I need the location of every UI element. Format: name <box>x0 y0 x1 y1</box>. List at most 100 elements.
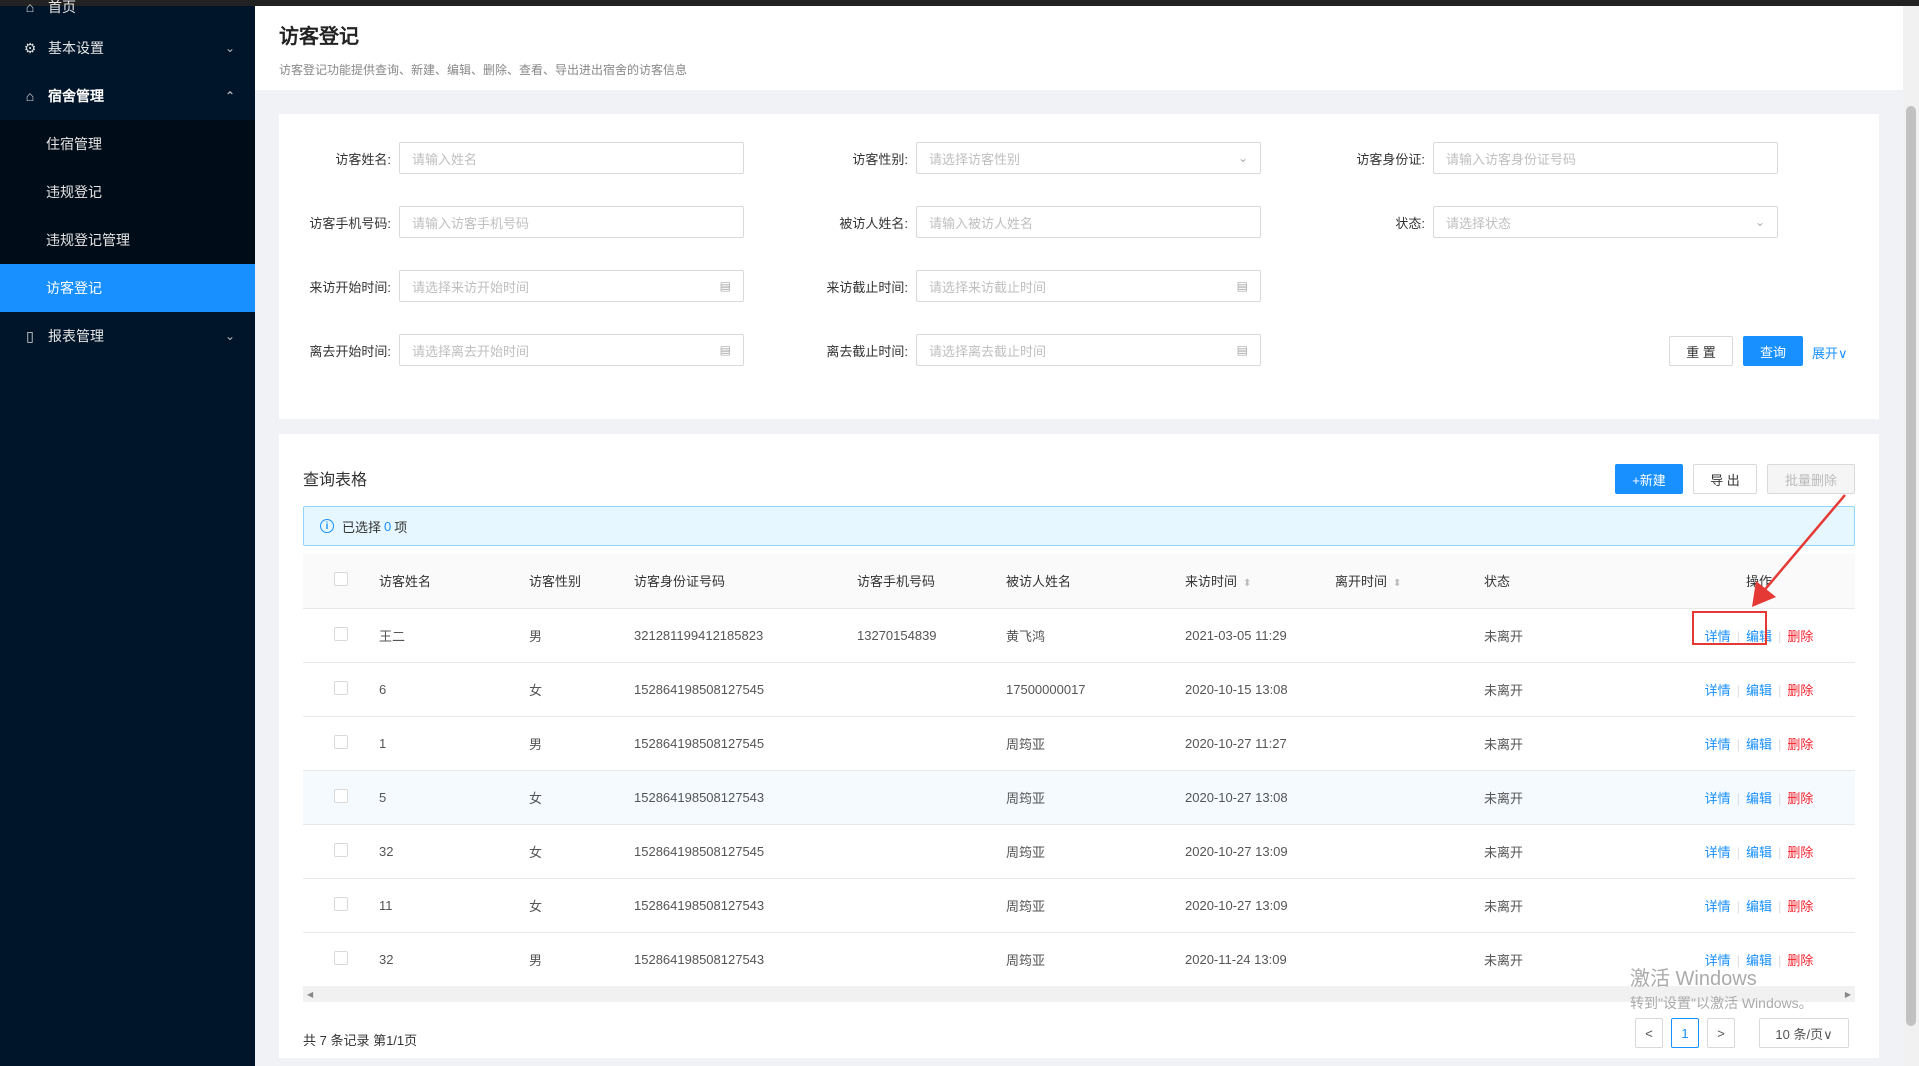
home-icon: ⌂ <box>25 0 35 15</box>
field-label: 访客身份证: <box>1356 151 1425 167</box>
delete-link[interactable]: 删除 <box>1787 845 1813 860</box>
cell-phone <box>857 878 1006 933</box>
sidebar-item-reports[interactable]: ▯ 报表管理 ⌄ <box>0 312 255 360</box>
leave-end-picker[interactable]: 请选择离去截止时间 ▤ <box>916 334 1261 366</box>
column-header-leave-time[interactable]: 离开时间 ⬍ <box>1335 554 1484 609</box>
visitor-phone-input[interactable]: 请输入访客手机号码 <box>399 206 744 238</box>
placeholder: 请选择访客性别 <box>929 151 1021 167</box>
detail-link[interactable]: 详情 <box>1705 845 1731 860</box>
page-header: 访客登记 访客登记功能提供查询、新建、编辑、删除、查看、导出进出宿舍的访客信息 <box>255 6 1903 90</box>
row-checkbox[interactable] <box>334 842 348 857</box>
detail-link[interactable]: 详情 <box>1705 683 1731 698</box>
sidebar-item-home[interactable]: ⌂ 首页 <box>0 0 255 24</box>
delete-link[interactable]: 删除 <box>1787 629 1813 644</box>
cell-leave <box>1335 878 1484 933</box>
visitor-gender-select[interactable]: 请选择访客性别 ⌄ <box>916 142 1261 174</box>
detail-link[interactable]: 详情 <box>1705 791 1731 806</box>
next-page-button[interactable]: > <box>1707 1018 1735 1048</box>
divider: | <box>1736 736 1740 752</box>
edit-link[interactable]: 编辑 <box>1746 791 1772 806</box>
scrollbar-thumb[interactable] <box>1906 106 1916 1026</box>
cell-name: 5 <box>379 770 529 825</box>
row-checkbox[interactable] <box>334 680 348 695</box>
sidebar-item-violation-management[interactable]: 违规登记管理 <box>0 216 255 264</box>
expand-link[interactable]: 展开∨ <box>1812 343 1848 362</box>
prev-page-button[interactable]: < <box>1635 1018 1663 1048</box>
row-select-cell <box>303 770 379 825</box>
cell-leave <box>1335 824 1484 879</box>
annotation-arrow-icon <box>1752 494 1846 607</box>
detail-link[interactable]: 详情 <box>1705 899 1731 914</box>
record-total: 共 7 条记录 第1/1页 <box>303 1033 418 1048</box>
delete-link[interactable]: 删除 <box>1787 899 1813 914</box>
divider: | <box>1778 844 1782 860</box>
divider: | <box>1736 898 1740 914</box>
cell-name: 1 <box>379 716 529 771</box>
row-checkbox[interactable] <box>334 788 348 803</box>
visit-end-picker[interactable]: 请选择来访截止时间 ▤ <box>916 270 1261 302</box>
table-row[interactable]: 5 女 152864198508127543 周筠亚 2020-10-27 13:08 未… <box>303 770 1855 825</box>
vertical-scrollbar[interactable] <box>1903 6 1919 1066</box>
column-header-label: 离开时间 <box>1335 574 1388 590</box>
cell-leave <box>1335 932 1484 987</box>
visit-start-picker[interactable]: 请选择来访开始时间 ▤ <box>399 270 744 302</box>
placeholder: 请选择来访截止时间 <box>929 279 1047 295</box>
new-button[interactable]: +新建 <box>1615 464 1683 494</box>
sidebar-item-violation-register[interactable]: 违规登记 <box>0 168 255 216</box>
cell-host: 17500000017 <box>1006 662 1185 717</box>
delete-link[interactable]: 删除 <box>1787 737 1813 752</box>
edit-link[interactable]: 编辑 <box>1746 899 1772 914</box>
visitor-name-input[interactable]: 请输入姓名 <box>399 142 744 174</box>
alert-prefix: 已选择 <box>342 519 382 535</box>
leave-start-picker[interactable]: 请选择离去开始时间 ▤ <box>399 334 744 366</box>
page-1-button[interactable]: 1 <box>1671 1018 1699 1048</box>
sidebar-item-accommodation[interactable]: 住宿管理 <box>0 120 255 168</box>
cell-name: 6 <box>379 662 529 717</box>
reset-button[interactable]: 重 置 <box>1669 336 1733 366</box>
row-actions: 详情 | 编辑 | 删除 <box>1663 824 1855 879</box>
delete-link[interactable]: 删除 <box>1787 683 1813 698</box>
detail-link[interactable]: 详情 <box>1705 737 1731 752</box>
table-row[interactable]: 11 女 152864198508127543 周筠亚 2020-10-27 13:09… <box>303 878 1855 933</box>
column-header-visit-time[interactable]: 来访时间 ⬍ <box>1185 554 1335 609</box>
sort-icon[interactable]: ⬍ <box>1243 578 1251 589</box>
sort-icon[interactable]: ⬍ <box>1393 578 1401 589</box>
scroll-right-icon[interactable]: ▶ <box>1845 990 1851 999</box>
edit-link[interactable]: 编辑 <box>1746 737 1772 752</box>
visitor-id-input[interactable]: 请输入访客身份证号码 <box>1433 142 1778 174</box>
query-button[interactable]: 查询 <box>1743 336 1803 366</box>
edit-link[interactable]: 编辑 <box>1746 845 1772 860</box>
horizontal-scrollbar[interactable]: ◀ ▶ <box>303 986 1855 1002</box>
table-row[interactable]: 王二男 321281199412185823 13270154839 黄飞鸿 2021-… <box>303 608 1855 663</box>
sidebar-item-dorm-management[interactable]: ⌂ 宿舍管理 ⌃ <box>0 72 255 120</box>
cell-leave <box>1335 770 1484 825</box>
row-checkbox[interactable] <box>334 896 348 911</box>
cell-phone <box>857 662 1006 717</box>
placeholder: 请选择来访开始时间 <box>412 279 530 295</box>
row-checkbox[interactable] <box>334 950 348 965</box>
scroll-left-icon[interactable]: ◀ <box>307 990 313 999</box>
row-checkbox[interactable] <box>334 626 348 641</box>
divider: | <box>1778 682 1782 698</box>
placeholder: 请选择离去截止时间 <box>929 343 1047 359</box>
sidebar-item-label: 基本设置 <box>48 40 104 56</box>
row-checkbox[interactable] <box>334 734 348 749</box>
cell-host: 周筠亚 <box>1006 770 1185 825</box>
status-select[interactable]: 请选择状态 ⌄ <box>1433 206 1778 238</box>
table-row[interactable]: 32 男 152864198508127543 周筠亚 2020-11-24 13:09… <box>303 932 1855 987</box>
select-all-checkbox[interactable] <box>334 572 348 587</box>
table-row[interactable]: 6 女 152864198508127545 17500000017 2020-10-1… <box>303 662 1855 717</box>
sidebar-item-label: 报表管理 <box>48 328 104 344</box>
cell-gender: 女 <box>529 770 634 825</box>
edit-link[interactable]: 编辑 <box>1746 683 1772 698</box>
table-row[interactable]: 1 男 152864198508127545 周筠亚 2020-10-27 11:27 未… <box>303 716 1855 771</box>
sidebar-item-visitor-register[interactable]: 访客登记 <box>0 264 255 312</box>
delete-link[interactable]: 删除 <box>1787 791 1813 806</box>
host-name-input[interactable]: 请输入被访人姓名 <box>916 206 1261 238</box>
table-row[interactable]: 32 女 152864198508127545 周筠亚 2020-10-27 13:09… <box>303 824 1855 879</box>
divider: | <box>1736 790 1740 806</box>
sidebar-item-basic-settings[interactable]: ⚙ 基本设置 ⌄ <box>0 24 255 72</box>
cell-phone <box>857 824 1006 879</box>
cell-name: 32 <box>379 824 529 879</box>
page-size-select[interactable]: 10 条/页∨ <box>1759 1018 1849 1048</box>
